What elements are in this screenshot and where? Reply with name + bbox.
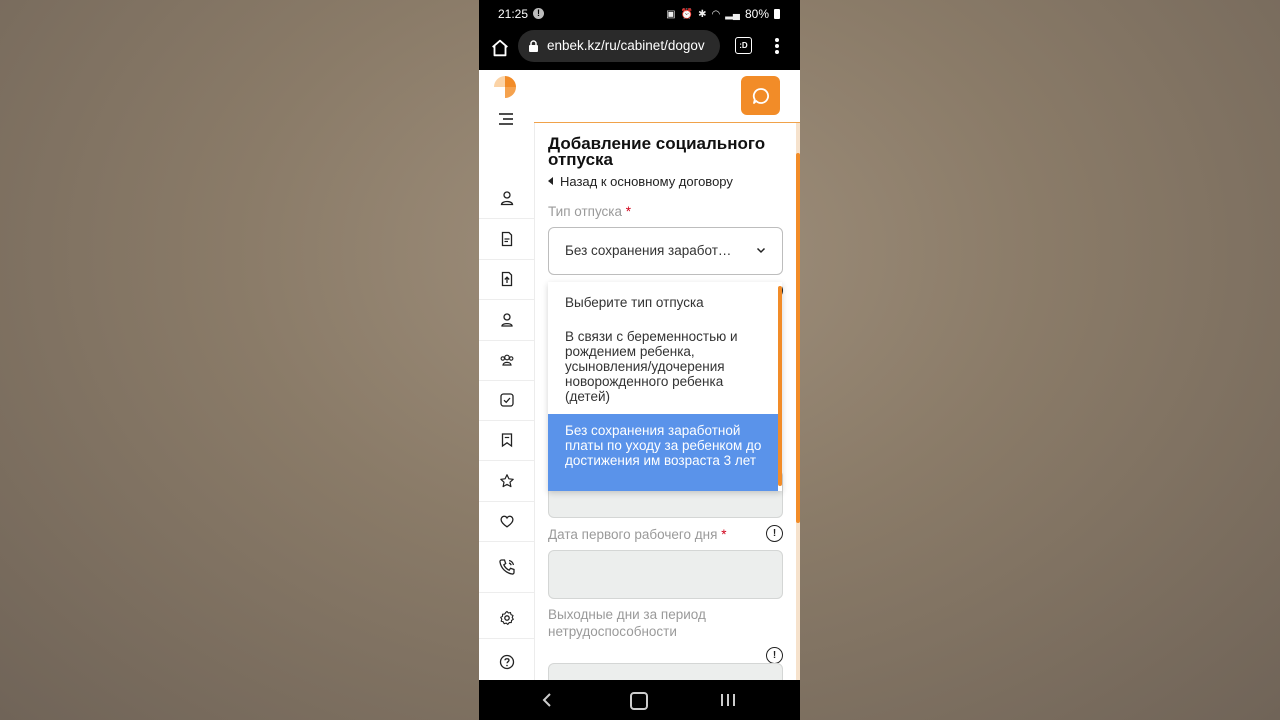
tabs-icon[interactable]: :D xyxy=(735,37,752,54)
sidebar-item-documents[interactable] xyxy=(479,219,534,260)
battery-icon xyxy=(774,9,780,19)
required-marker: * xyxy=(721,527,727,542)
phone-call-icon xyxy=(498,559,515,575)
status-icons: ▣ ⏰ ✱ ◠ ▂▄ 80% xyxy=(666,7,780,21)
sidebar-item-employees[interactable] xyxy=(479,340,534,381)
browser-toolbar: enbek.kz/ru/cabinet/dogov :D xyxy=(479,28,800,70)
main-content: Добавление социального отпуска Назад к о… xyxy=(534,70,800,680)
chat-icon xyxy=(752,87,769,104)
sidebar-item-tasks[interactable] xyxy=(479,380,534,421)
leave-type-select[interactable]: Без сохранения заработ… xyxy=(548,227,783,275)
web-content: Добавление социального отпуска Назад к о… xyxy=(479,70,800,680)
sidebar-item-settings[interactable] xyxy=(479,598,534,639)
dropdown-option[interactable]: В связи с беременностью и рождением ребе… xyxy=(548,329,778,404)
chat-button[interactable] xyxy=(741,76,780,115)
sidebar-item-person[interactable] xyxy=(479,300,534,341)
home-nav-icon[interactable] xyxy=(630,692,648,710)
menu-icon[interactable] xyxy=(497,112,515,126)
sidebar-item-calls[interactable] xyxy=(479,542,534,593)
page-title: Добавление социального отпуска xyxy=(548,134,766,169)
sidebar-item-favorites[interactable] xyxy=(479,461,534,502)
dropdown-option[interactable]: Выберите тип отпуска xyxy=(548,295,778,310)
chevron-down-icon xyxy=(756,247,766,254)
battery-percent: 80% xyxy=(744,7,769,21)
file-upload-icon xyxy=(501,271,512,287)
info-icon[interactable]: ! xyxy=(766,647,783,664)
signal-icon: ▂▄ xyxy=(725,8,740,20)
sidebar-item-profile[interactable] xyxy=(479,178,534,219)
lock-icon xyxy=(529,40,538,52)
status-bar: 21:25 ! ▣ ⏰ ✱ ◠ ▂▄ 80% xyxy=(479,0,800,28)
check-square-icon xyxy=(499,393,514,407)
back-icon[interactable] xyxy=(541,693,553,707)
navigation-bar xyxy=(479,680,800,720)
sidebar-item-bookmarks[interactable] xyxy=(479,420,534,461)
back-arrow-icon xyxy=(548,177,553,185)
url-bar[interactable]: enbek.kz/ru/cabinet/dogov xyxy=(518,30,720,62)
top-bar xyxy=(534,70,800,123)
logo-icon[interactable] xyxy=(494,76,516,98)
status-time: 21:25 xyxy=(498,7,529,21)
back-link-label: Назад к основному договору xyxy=(560,174,733,189)
home-icon[interactable] xyxy=(489,37,511,59)
star-icon xyxy=(499,474,514,488)
more-menu-icon[interactable] xyxy=(771,36,783,56)
bookmark-icon xyxy=(501,433,512,448)
bluetooth-icon: ✱ xyxy=(698,8,707,20)
phone-screen: 21:25 ! ▣ ⏰ ✱ ◠ ▂▄ 80% enbek.kz/ru/cabin… xyxy=(479,0,800,720)
days-off-input[interactable] xyxy=(548,663,783,680)
sidebar xyxy=(479,70,535,680)
first-work-day-label: Дата первого рабочего дня * xyxy=(548,527,727,542)
leave-type-label: Тип отпуска * xyxy=(548,204,632,219)
dropdown-option-selected[interactable]: Без сохранения заработной платы по уходу… xyxy=(548,414,778,491)
sidebar-item-help[interactable] xyxy=(479,642,534,680)
heart-icon xyxy=(499,515,514,528)
help-icon xyxy=(499,654,514,670)
user-icon xyxy=(500,191,513,206)
dropdown-scrollbar[interactable] xyxy=(778,286,782,486)
notification-icon: ! xyxy=(533,8,544,19)
info-icon[interactable]: ! xyxy=(766,525,783,542)
back-link[interactable]: Назад к основному договору xyxy=(548,174,733,189)
wifi-icon: ◠ xyxy=(711,8,721,20)
recent-apps-icon[interactable] xyxy=(720,693,736,707)
document-icon xyxy=(501,231,512,247)
alarm-icon: ⏰ xyxy=(680,8,694,20)
leave-type-selected-value: Без сохранения заработ… xyxy=(565,243,732,258)
sidebar-item-likes[interactable] xyxy=(479,501,534,542)
days-off-label: Выходные дни за период нетрудоспособност… xyxy=(548,607,706,639)
person-icon xyxy=(500,313,513,327)
url-text: enbek.kz/ru/cabinet/dogov xyxy=(547,38,705,53)
gear-icon xyxy=(499,610,514,625)
leave-type-dropdown: Выберите тип отпуска В связи с беременно… xyxy=(548,282,782,491)
first-work-day-input[interactable] xyxy=(548,550,783,599)
lock-status-icon: ▣ xyxy=(666,8,676,20)
required-marker: * xyxy=(625,204,632,219)
group-icon xyxy=(500,354,513,366)
sidebar-item-upload[interactable] xyxy=(479,259,534,300)
page-scrollbar-thumb[interactable] xyxy=(796,153,800,523)
